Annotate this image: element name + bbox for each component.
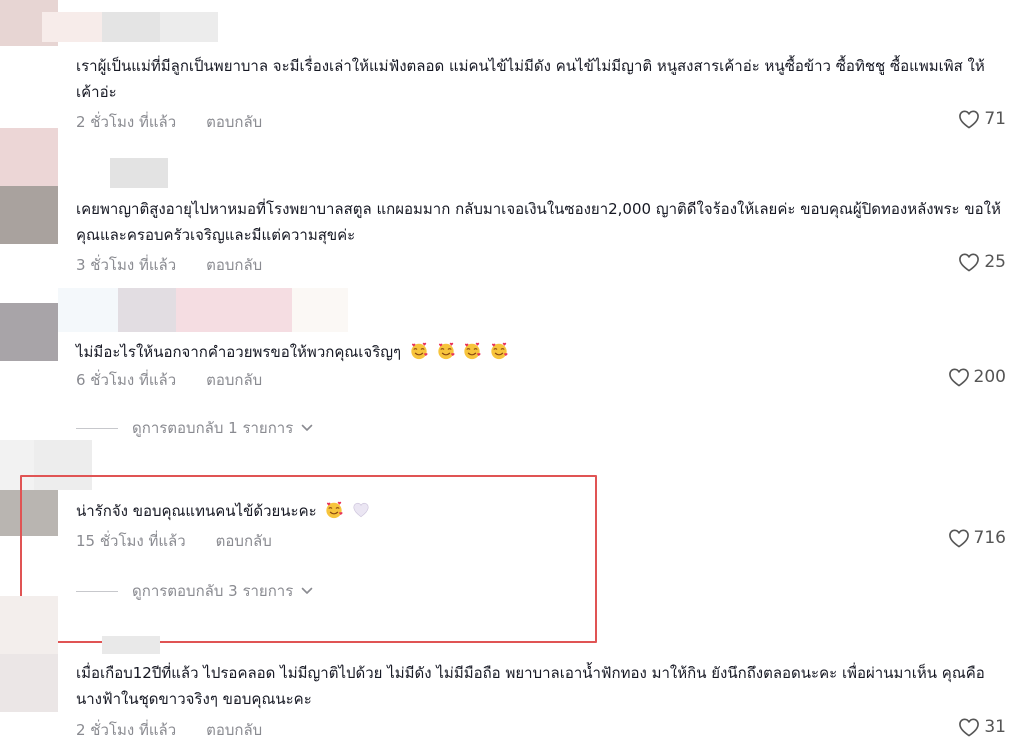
comment-meta: 2 ชั่วโมง ที่แล้ว ตอบกลับ bbox=[76, 718, 262, 742]
avatar[interactable] bbox=[0, 596, 58, 654]
reply-button[interactable]: ตอบกลับ bbox=[206, 718, 262, 742]
heart-outline-icon bbox=[958, 717, 980, 737]
like-button[interactable]: 31 bbox=[958, 717, 1006, 737]
comment-time: 2 ชั่วโมง ที่แล้ว bbox=[76, 721, 177, 739]
like-count: 31 bbox=[984, 717, 1006, 737]
avatar[interactable] bbox=[0, 654, 58, 712]
username-redacted[interactable] bbox=[102, 636, 160, 654]
comment-item: เมื่อเกือบ12ปีที่แล้ว ไปรอคลอด ไม่มีญาติ… bbox=[0, 0, 1024, 755]
comment-text: เมื่อเกือบ12ปีที่แล้ว ไปรอคลอด ไม่มีญาติ… bbox=[76, 664, 985, 708]
